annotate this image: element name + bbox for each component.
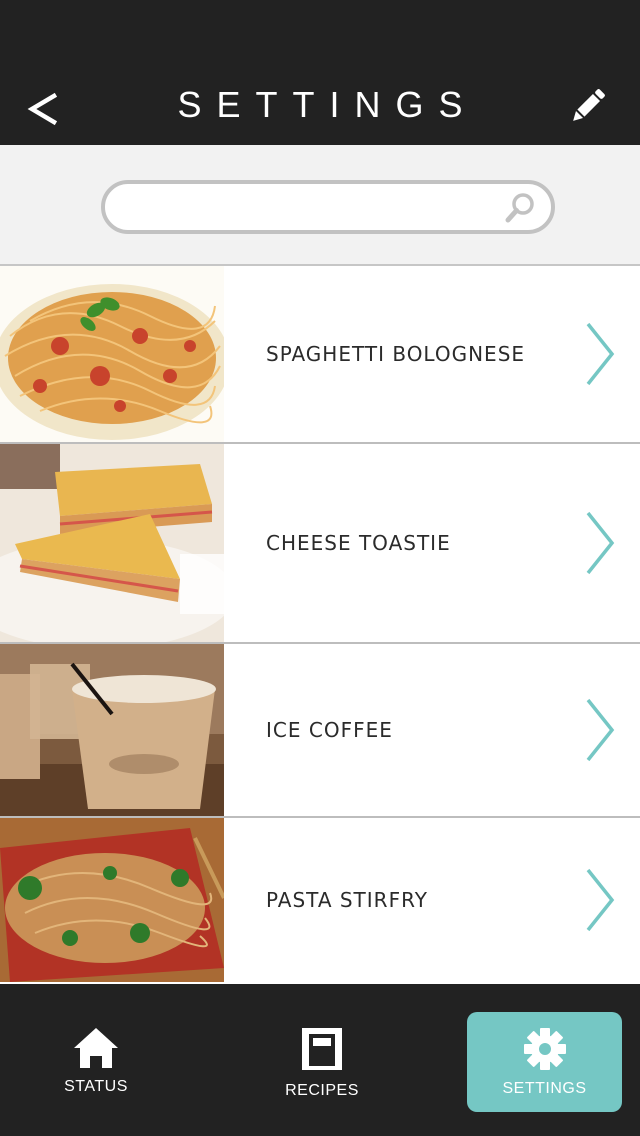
- tab-bar: STATUS RECIPES SETTINGS: [0, 984, 640, 1136]
- tab-status[interactable]: STATUS: [18, 1012, 174, 1112]
- recipe-row-ice-coffee[interactable]: ICE COFFEE: [0, 644, 640, 818]
- tab-recipes[interactable]: RECIPES: [244, 1012, 400, 1112]
- cheese-toastie-image: [0, 444, 224, 642]
- pasta-stirfry-image: [0, 818, 224, 982]
- tab-label: STATUS: [64, 1078, 128, 1095]
- recipe-row-spaghetti-bolognese[interactable]: SPAGHETTI BOLOGNESE: [0, 266, 640, 444]
- edit-button[interactable]: [566, 84, 610, 128]
- page-title: SETTINGS: [177, 84, 478, 125]
- spaghetti-bolognese-image: [0, 266, 224, 442]
- header-bar: SETTINGS: [0, 0, 640, 145]
- tab-settings[interactable]: SETTINGS: [467, 1012, 622, 1112]
- chevron-right-icon: [586, 868, 615, 932]
- gear-icon: [523, 1028, 566, 1070]
- chevron-right-icon: [586, 322, 615, 386]
- search-input[interactable]: [123, 190, 507, 226]
- home-icon: [74, 1028, 118, 1068]
- recipe-label: ICE COFFEE: [266, 718, 393, 742]
- pencil-icon: [573, 89, 605, 121]
- recipe-row-cheese-toastie[interactable]: CHEESE TOASTIE: [0, 444, 640, 644]
- recipe-label: CHEESE TOASTIE: [266, 531, 451, 555]
- search-icon[interactable]: [503, 191, 537, 225]
- search-field[interactable]: [101, 180, 555, 234]
- recipe-list: SPAGHETTI BOLOGNESE CHEESE TOASTIE ICE C…: [0, 266, 640, 982]
- ice-coffee-image: [0, 644, 224, 816]
- tab-label: SETTINGS: [502, 1080, 587, 1097]
- recipe-label: PASTA STIRFRY: [266, 888, 428, 912]
- recipe-row-pasta-stirfry[interactable]: PASTA STIRFRY: [0, 818, 640, 982]
- chevron-right-icon: [586, 511, 615, 575]
- chevron-right-icon: [586, 698, 615, 762]
- search-bar-area: [0, 145, 640, 266]
- recipe-label: SPAGHETTI BOLOGNESE: [266, 342, 526, 366]
- book-icon: [302, 1028, 342, 1070]
- tab-label: RECIPES: [285, 1082, 359, 1099]
